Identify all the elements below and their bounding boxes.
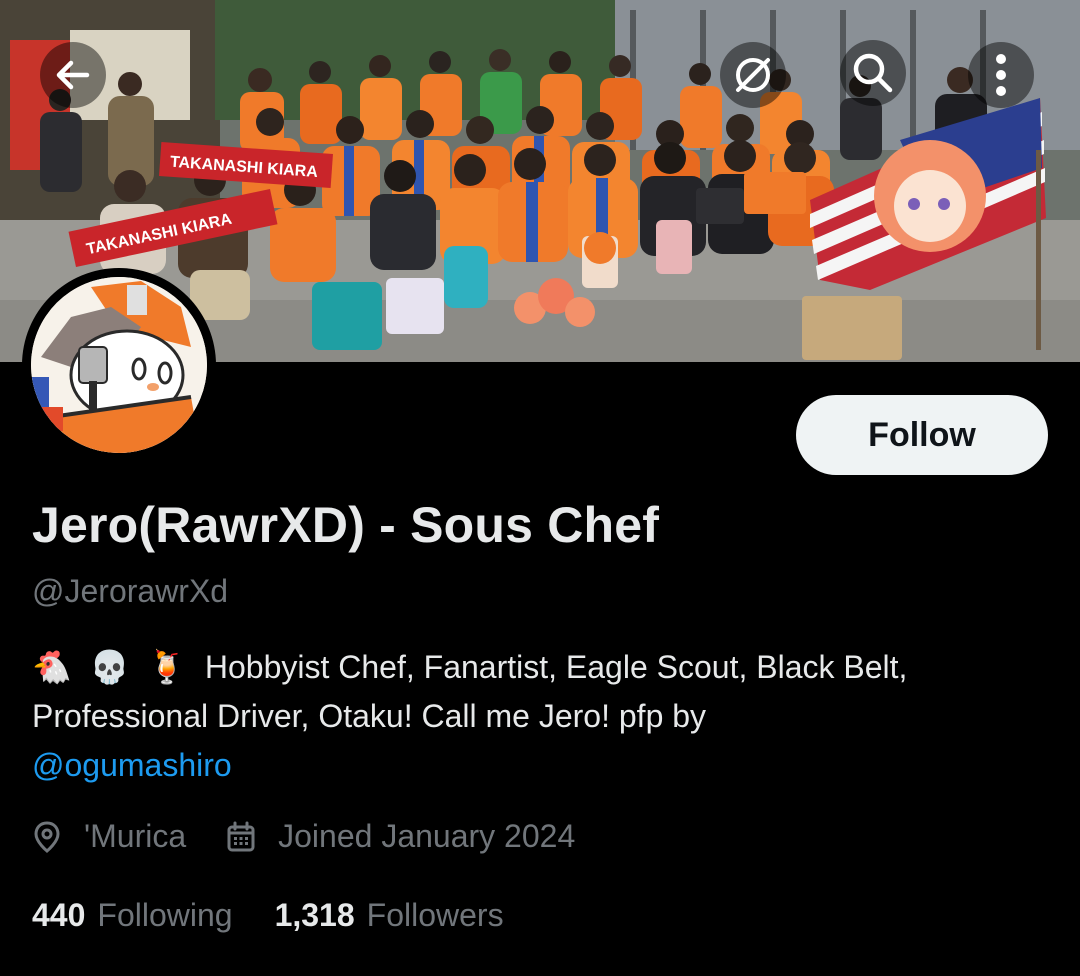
more-vertical-icon: [996, 54, 1006, 96]
bio: 🐔 💀 🍹 Hobbyist Chef, Fanartist, Eagle Sc…: [32, 643, 1042, 790]
bio-mention-link[interactable]: @ogumashiro: [32, 747, 232, 783]
following-count: 440: [32, 897, 86, 933]
profile-meta: 'Murica Joined January 2024: [32, 818, 575, 855]
display-name: Jero(RawrXD) - Sous Chef: [32, 497, 660, 553]
joined-text: Joined January 2024: [278, 818, 576, 854]
followers-link[interactable]: 1,318 Followers: [275, 897, 504, 934]
avatar[interactable]: [22, 268, 216, 462]
arrow-left-icon: [56, 60, 90, 90]
handle: @JerorawrXd: [32, 573, 229, 609]
profile-page: TAKANASHI KIARA TAKANASHI KIARA Follow J…: [0, 0, 1080, 976]
search-button[interactable]: [840, 40, 906, 106]
hide-button[interactable]: [720, 42, 786, 108]
followers-label: Followers: [366, 897, 504, 933]
join-date: Joined January 2024: [226, 818, 575, 855]
followers-count: 1,318: [274, 897, 355, 933]
location-text: 'Murica: [84, 818, 187, 854]
location-pin-icon: [34, 820, 60, 853]
following-link[interactable]: 440 Following: [32, 897, 233, 934]
calendar-icon: [227, 821, 255, 851]
back-button[interactable]: [40, 42, 106, 108]
skull-emoji: 💀: [89, 648, 130, 686]
avatar-image: [31, 277, 207, 453]
chicken-emoji: 🐔: [32, 648, 72, 686]
location: 'Murica: [32, 818, 186, 855]
follow-stats: 440 Following 1,318 Followers: [32, 897, 504, 934]
more-button[interactable]: [968, 42, 1034, 108]
follow-button[interactable]: Follow: [796, 395, 1048, 475]
search-icon: [853, 53, 893, 93]
following-label: Following: [97, 897, 233, 933]
eye-slash-icon: [736, 58, 770, 92]
cocktail-emoji: 🍹: [147, 648, 188, 686]
